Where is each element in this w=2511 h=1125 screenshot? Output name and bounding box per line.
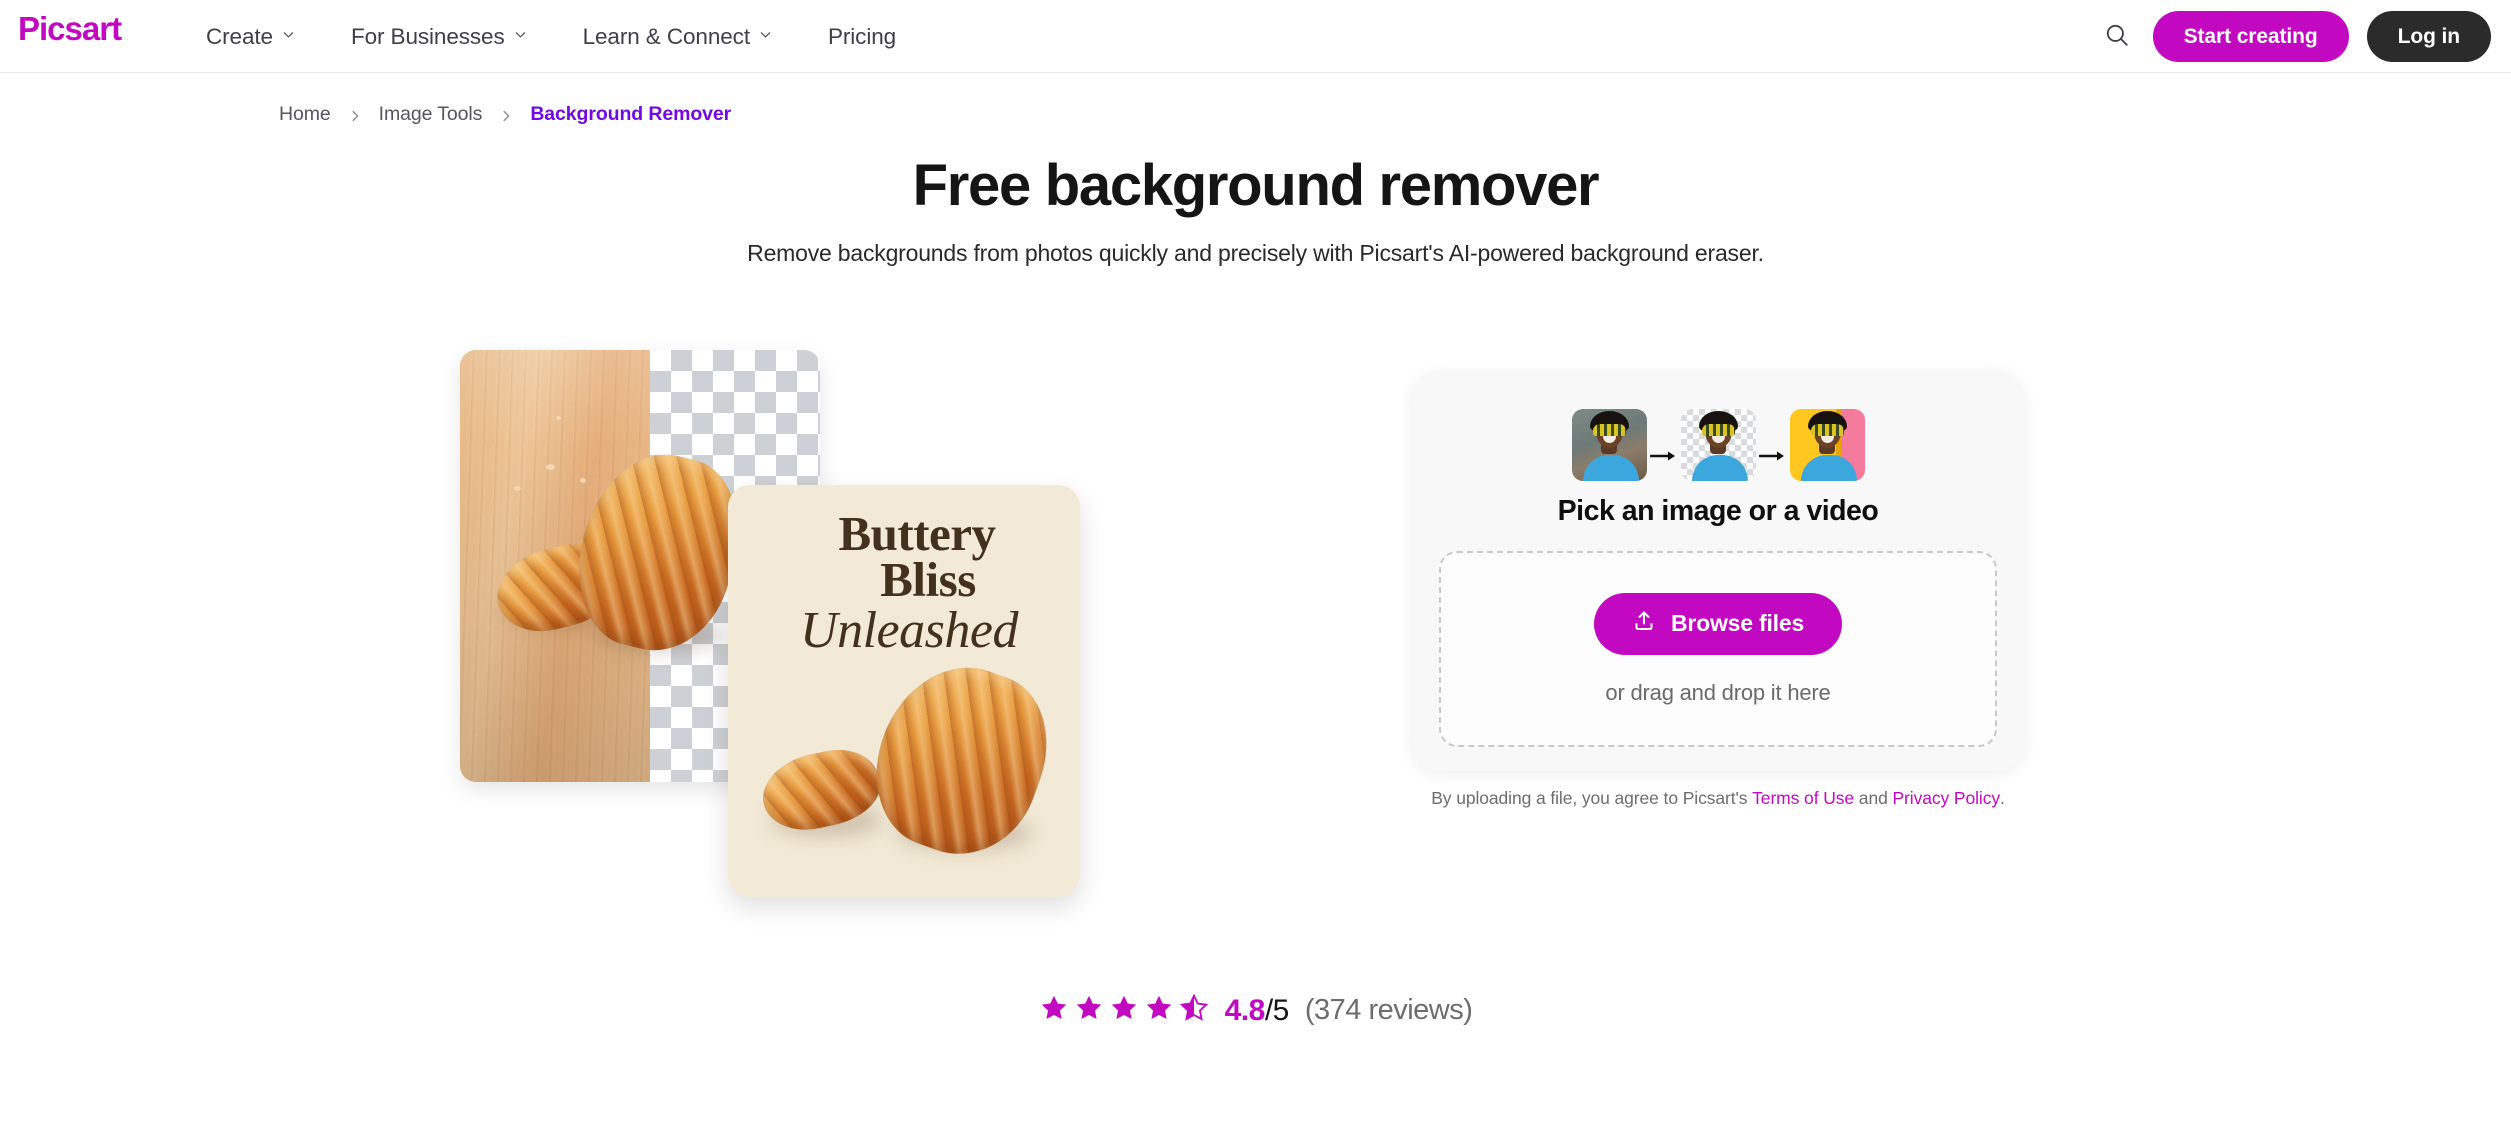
star-rating (1039, 993, 1209, 1028)
breadcrumb-item-background-remover: Background Remover (530, 103, 732, 125)
arrow-right-icon (1756, 449, 1790, 463)
arrow-right-icon (1647, 449, 1681, 463)
rating-out-of: /5 (1264, 993, 1290, 1027)
star-filled-icon (1039, 993, 1069, 1028)
nav-item-pricing[interactable]: Pricing (800, 0, 924, 73)
breadcrumb-item-home[interactable]: Home (279, 103, 331, 126)
star-filled-icon (1074, 993, 1104, 1028)
legal-suffix: . (2000, 788, 2005, 808)
nav-item-create[interactable]: Create (196, 0, 323, 73)
upload-card-title: Pick an image or a video (1557, 495, 1879, 527)
new-background-thumbnail (1789, 409, 1865, 481)
poster-line-2: Bliss (880, 552, 976, 608)
browse-files-button[interactable]: Browse files (1593, 592, 1843, 655)
breadcrumb-item-image-tools[interactable]: Image Tools (379, 103, 483, 126)
poster-croissant-large (853, 644, 1069, 876)
upload-card: Pick an image or a video Browse files or… (1412, 371, 2024, 771)
header-actions: Start creating Log in (2099, 0, 2491, 73)
nav-item-label: For Businesses (350, 23, 505, 49)
rating-summary: 4.8 /5 (374 reviews) (0, 993, 2511, 1028)
transparent-photo-thumbnail (1680, 409, 1756, 481)
star-half-icon (1179, 993, 1209, 1028)
nav-item-label: Create (206, 23, 273, 49)
hero-preview-image: Buttery Bliss Unleashed (440, 330, 1200, 930)
poster-line-1: Buttery (838, 506, 996, 561)
search-icon (2104, 22, 2130, 51)
nav-item-label: Learn & Connect (582, 23, 750, 49)
file-dropzone[interactable]: Browse files or drag and drop it here (1439, 551, 1997, 747)
star-filled-icon (1109, 993, 1139, 1028)
nav-item-learn-and-connect[interactable]: Learn & Connect (555, 0, 800, 73)
chevron-down-icon (759, 28, 772, 41)
poster-design-card: Buttery Bliss Unleashed (728, 485, 1080, 897)
nav-item-label: Pricing (827, 23, 897, 49)
rating-score: 4.8 (1224, 993, 1266, 1027)
picsart-logo[interactable]: Picsart (18, 8, 168, 52)
star-filled-icon (1144, 993, 1174, 1028)
nav-item-for-businesses[interactable]: For Businesses (323, 0, 555, 73)
chevron-down-icon (282, 28, 295, 41)
chevron-down-icon (514, 28, 527, 41)
upload-icon (1632, 609, 1656, 639)
page-subtitle: Remove backgrounds from photos quickly a… (747, 240, 1764, 266)
upload-legal-notice: By uploading a file, you agree to Picsar… (1412, 788, 2024, 809)
terms-of-use-link[interactable]: Terms of Use (1752, 788, 1854, 808)
chevron-right-icon (348, 109, 362, 123)
start-creating-button[interactable]: Start creating (2152, 11, 2349, 62)
login-button[interactable]: Log in (2366, 11, 2491, 62)
drag-and-drop-hint: or drag and drop it here (1605, 679, 1831, 705)
original-photo-thumbnail (1571, 409, 1647, 481)
breadcrumb: Home Image Tools Background Remover (279, 103, 731, 126)
legal-prefix: By uploading a file, you agree to Picsar… (1431, 788, 1753, 808)
svg-text:Picsart: Picsart (18, 10, 122, 47)
browse-files-label: Browse files (1670, 610, 1805, 636)
page-title: Free background remover (912, 153, 1600, 218)
search-button[interactable] (2099, 19, 2135, 55)
site-header: Picsart Create For Businesses Learn & Co… (0, 0, 2511, 73)
poster-line-3: Unleashed (800, 602, 1018, 660)
privacy-policy-link[interactable]: Privacy Policy (1892, 788, 2000, 808)
chevron-right-icon (499, 109, 513, 123)
legal-middle: and (1854, 788, 1893, 808)
poster-headline: Buttery Bliss Unleashed (728, 506, 1080, 660)
main-navigation: Create For Businesses Learn & Connect Pr… (196, 0, 924, 73)
rating-review-count: (374 reviews) (1304, 994, 1473, 1026)
process-preview-thumbnails (1412, 409, 2024, 481)
